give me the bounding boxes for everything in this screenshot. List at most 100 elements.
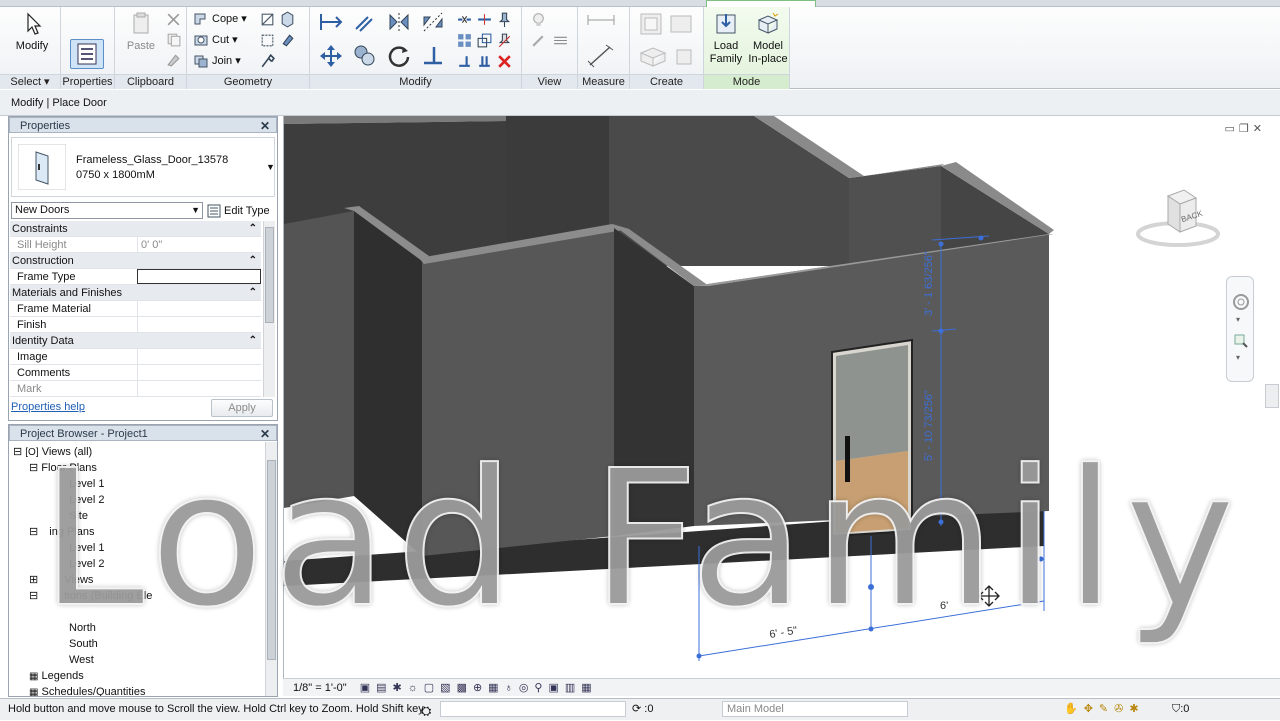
worksets-field[interactable] [440, 701, 626, 717]
aligned-dimension-icon[interactable] [586, 43, 616, 69]
viewport-vertical-scrollbar[interactable] [1265, 384, 1279, 408]
panel-measure-label: Measure [578, 74, 629, 89]
properties-icon [77, 43, 97, 65]
status-filter-count-1[interactable]: ⟳ :0 [632, 699, 653, 719]
tree-legends[interactable]: ▦ Legends [29, 668, 84, 685]
navigation-bar[interactable]: ▾ ▾ [1226, 276, 1254, 382]
paste-button[interactable]: Paste [123, 11, 159, 53]
model-in-place-icon [757, 12, 779, 34]
zoom-region-icon[interactable] [1233, 333, 1249, 349]
delete-icon[interactable] [496, 53, 513, 70]
panel-view: View [522, 7, 578, 89]
row-frame-material[interactable]: Frame Material [10, 301, 261, 317]
measure-line-icon[interactable] [586, 13, 616, 27]
ribbon-tab-strip [0, 0, 1280, 7]
copy-icon[interactable] [165, 31, 182, 48]
load-family-button[interactable]: Load Family [708, 11, 744, 66]
unpin-icon[interactable] [496, 32, 513, 49]
wall-joins-icon[interactable] [279, 11, 296, 28]
tree-schedules[interactable]: ▦ Schedules/Quantities [29, 684, 145, 696]
cut-geometry-button[interactable]: Cut ▾ [193, 32, 238, 48]
tree-west[interactable]: West [69, 652, 94, 668]
chevron-down-icon: ▼ [266, 162, 275, 172]
trim-multiple-icon[interactable] [476, 53, 493, 70]
cut-geometry-icon [194, 35, 208, 46]
group-materials[interactable]: Materials and Finishes ⌃ [10, 285, 261, 301]
array-icon[interactable] [456, 32, 473, 49]
cope-button[interactable]: Cope ▾ [193, 11, 247, 27]
view-window-controls[interactable]: ▭❐✕ [1225, 122, 1267, 135]
close-icon[interactable]: ✕ [260, 118, 270, 134]
panel-create: Create [630, 7, 704, 89]
minimize-icon[interactable]: ▭ [1225, 123, 1239, 135]
property-grid-scrollbar[interactable] [263, 221, 275, 397]
view-cube[interactable]: BACK [1134, 186, 1220, 248]
selection-option-icons[interactable]: ✋✥✎✇✱ [1064, 699, 1145, 719]
properties-help-link[interactable]: Properties help [11, 401, 85, 413]
edit-type-button[interactable]: Edit Type [207, 201, 270, 220]
mirror-draw-icon[interactable] [420, 11, 446, 33]
unjoin-icon[interactable] [259, 11, 276, 28]
properties-toggle-button[interactable] [70, 39, 104, 69]
linework-icon[interactable] [552, 32, 569, 49]
cut-scissors-icon[interactable] [165, 11, 182, 28]
match-type-icon[interactable] [165, 51, 182, 68]
row-comments[interactable]: Comments [10, 365, 261, 381]
row-finish[interactable]: Finish [10, 317, 261, 333]
group-identity[interactable]: Identity Data ⌃ [10, 333, 261, 349]
paste-icon [133, 12, 149, 34]
copy-element-icon[interactable] [352, 43, 378, 69]
filter-icon[interactable]: ⛉:0 [1172, 699, 1189, 719]
create-group-icon[interactable] [638, 45, 668, 69]
model-in-place-button[interactable]: Model In-place [746, 11, 790, 66]
pin-icon[interactable] [496, 11, 513, 28]
dimension-vertical-top[interactable]: 3' - 1 63/256" [923, 251, 935, 316]
panel-select-label[interactable]: Select ▾ [0, 74, 60, 89]
row-image[interactable]: Image [10, 349, 261, 365]
property-grid: Constraints ⌃ Sill Height 0' 0" Constructi… [9, 221, 277, 397]
row-frame-type[interactable]: Frame Type [10, 269, 261, 285]
design-options-field[interactable]: Main Model [722, 701, 908, 717]
create-similar-icon[interactable] [674, 47, 694, 67]
trim-single-icon[interactable] [456, 53, 473, 70]
apply-button[interactable]: Apply [211, 399, 273, 417]
row-mark[interactable]: Mark [10, 381, 261, 397]
create-parts-icon[interactable] [668, 11, 694, 37]
rotate-icon[interactable] [386, 43, 412, 69]
split-face-icon[interactable] [259, 32, 276, 49]
chevron-down-icon[interactable]: ▾ [1236, 353, 1240, 362]
scale-icon[interactable] [476, 32, 493, 49]
cope-icon [194, 13, 206, 25]
align-icon[interactable] [318, 11, 344, 33]
panel-mode-label: Mode [704, 74, 789, 89]
restore-icon[interactable]: ❐ [1239, 123, 1253, 135]
group-constraints[interactable]: Constraints ⌃ [10, 221, 261, 237]
move-icon[interactable] [318, 43, 344, 69]
type-selector-value: New Doors [15, 204, 70, 216]
trim-extend-icon[interactable] [420, 43, 446, 69]
mirror-axis-icon[interactable] [386, 11, 412, 33]
tab-modify-place-door[interactable] [706, 0, 816, 7]
chevron-down-icon[interactable]: ▾ [1236, 315, 1240, 324]
offset-icon[interactable] [352, 11, 378, 33]
group-construction[interactable]: Construction ⌃ [10, 253, 261, 269]
instance-filter-select[interactable]: New Doors ▼ [11, 202, 203, 219]
view-control-icons[interactable]: ▣▤✱☼▢▧▩⊕▦♁◎⚲▣▥▦ [360, 682, 598, 694]
view-scale[interactable]: 1/8" = 1'-0" [293, 682, 347, 694]
join-button[interactable]: Join ▾ [193, 53, 241, 69]
light-bulb-icon[interactable] [530, 11, 547, 28]
row-sill-height[interactable]: Sill Height 0' 0" [10, 237, 261, 253]
properties-header: Properties ✕ [9, 117, 277, 133]
paint-icon[interactable] [279, 32, 296, 49]
split-element-icon[interactable] [456, 11, 473, 28]
modify-button[interactable]: Modify [12, 11, 52, 53]
close-icon[interactable]: ✕ [1253, 123, 1266, 135]
override-graphics-icon[interactable] [530, 32, 547, 49]
split-gap-icon[interactable] [476, 11, 493, 28]
panel-clipboard: Paste Clipboard [115, 7, 187, 89]
demolish-icon[interactable] [259, 53, 276, 70]
create-assembly-icon[interactable] [638, 11, 664, 37]
worksharing-icon[interactable]: ⛭ [421, 701, 431, 721]
type-preview-box[interactable]: Frameless_Glass_Door_13578 0750 x 1800mM… [11, 137, 275, 197]
steering-wheel-icon[interactable] [1232, 293, 1250, 311]
